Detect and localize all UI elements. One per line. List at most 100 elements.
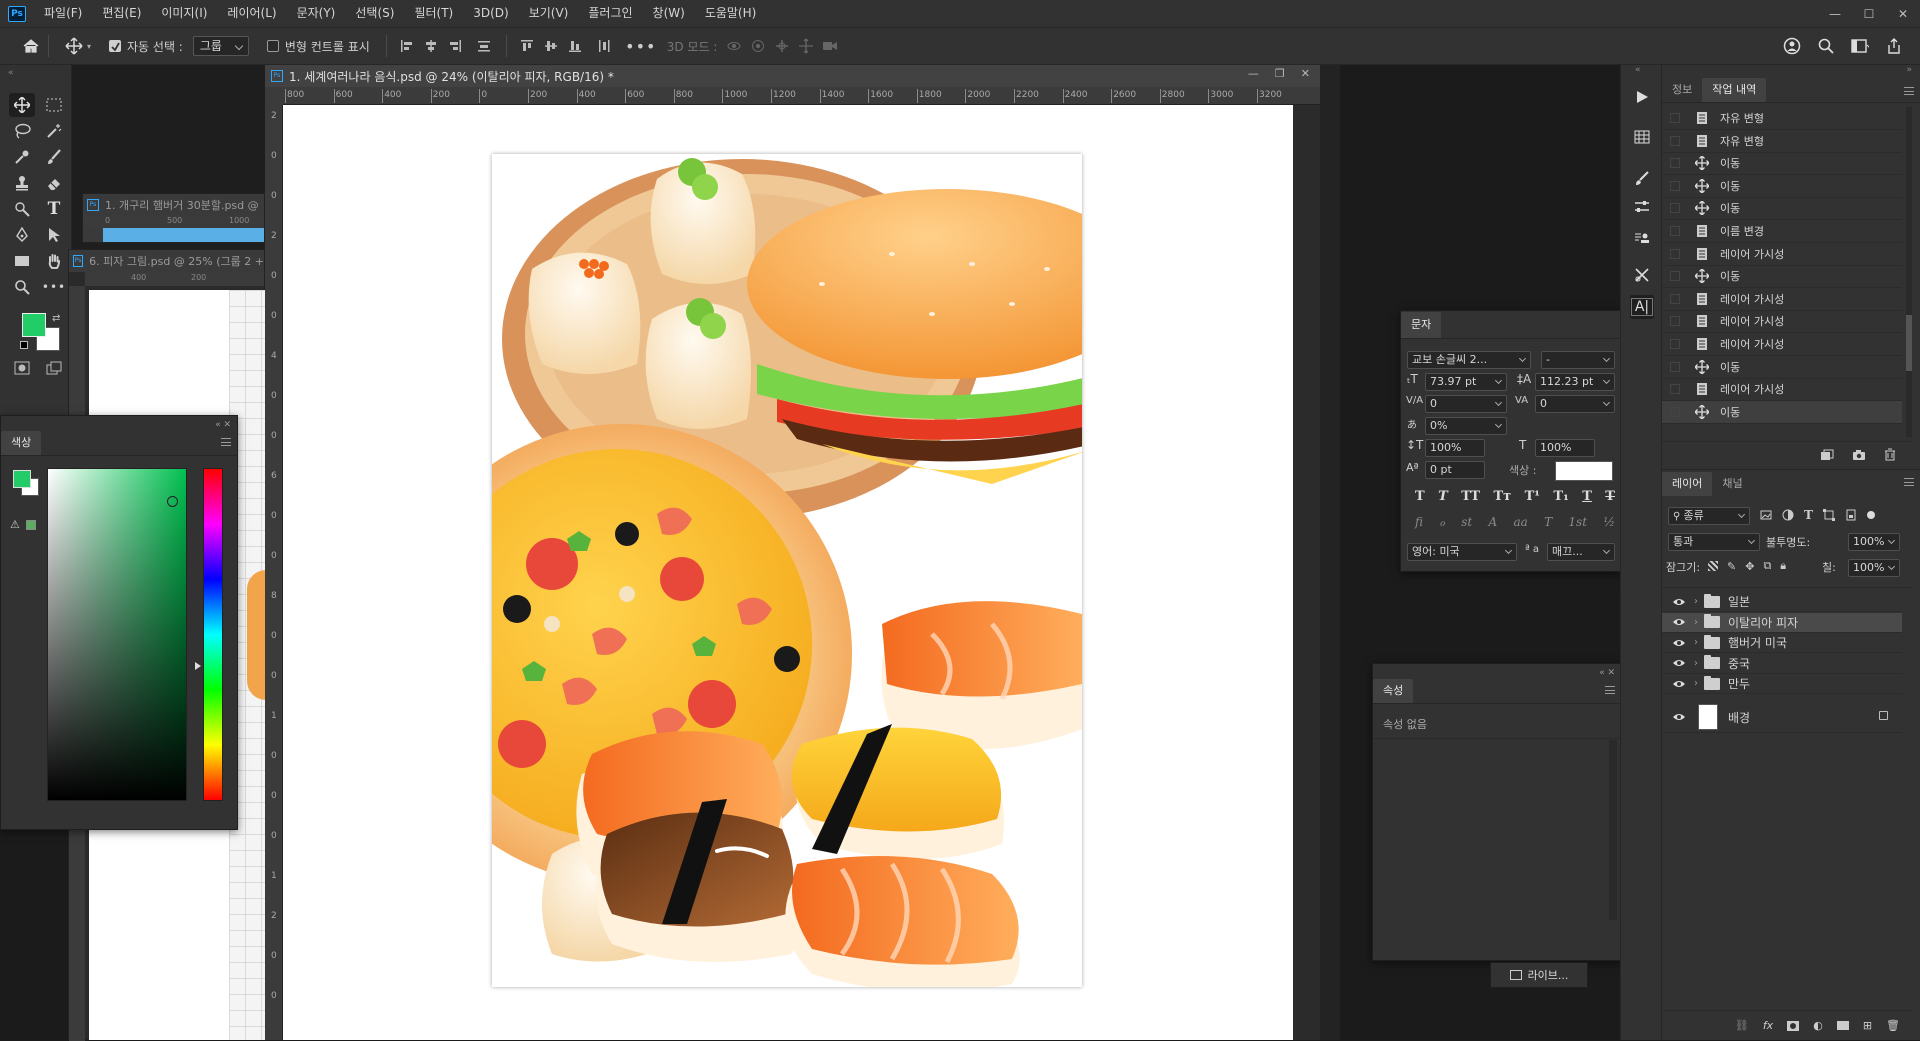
adjustments-button[interactable]	[1630, 195, 1654, 219]
smart-object-filter-icon[interactable]	[1845, 509, 1857, 521]
swap-colors-icon[interactable]: ⇄	[52, 313, 60, 324]
new-document-from-state-icon[interactable]	[1820, 449, 1834, 461]
history-state[interactable]: 레이어 가시성	[1662, 243, 1902, 266]
lock-pixels-icon[interactable]: ✎	[1727, 560, 1736, 573]
menu-filter[interactable]: 필터(T)	[404, 0, 463, 27]
distribute-horizontal-button[interactable]	[595, 37, 613, 55]
hand-tool[interactable]	[41, 249, 67, 273]
quick-mask-button[interactable]	[14, 361, 30, 375]
hue-slider[interactable]	[203, 468, 223, 801]
scrollbar[interactable]	[1609, 740, 1617, 920]
font-style-dropdown[interactable]: -	[1541, 351, 1615, 369]
expand-chevron-icon[interactable]: ›	[1694, 678, 1698, 689]
menu-window[interactable]: 창(W)	[643, 0, 695, 27]
3d-roll-button[interactable]	[749, 37, 767, 55]
history-brush-source[interactable]	[1670, 113, 1680, 123]
history-state[interactable]: 이동	[1662, 356, 1902, 379]
home-button[interactable]	[22, 38, 40, 54]
history-brush-source[interactable]	[1670, 293, 1680, 304]
layer-style-fx-icon[interactable]: fx	[1763, 1019, 1773, 1032]
camera-snapshot-icon[interactable]	[1852, 449, 1866, 461]
more-options-button[interactable]: •••	[625, 37, 655, 56]
stylistic-alt-button[interactable]: aa	[1513, 515, 1527, 529]
tab-properties[interactable]: 속성	[1373, 679, 1414, 703]
kerning-field[interactable]: 0	[1425, 395, 1507, 413]
layer-row[interactable]: › 일본	[1662, 592, 1902, 612]
font-family-dropdown[interactable]: 교보 손글씨 2...	[1407, 351, 1531, 369]
panel-menu-icon[interactable]	[221, 438, 231, 446]
eraser-tool[interactable]	[41, 171, 67, 195]
menu-layer[interactable]: 레이어(L)	[217, 0, 286, 27]
brush-settings-button[interactable]	[1630, 167, 1654, 191]
type-tool[interactable]: T	[41, 197, 67, 221]
titling-alt-button[interactable]: T	[1544, 515, 1552, 529]
visibility-eye-icon[interactable]	[1672, 679, 1686, 689]
panel-menu-icon[interactable]	[1904, 87, 1914, 95]
magic-wand-tool[interactable]	[41, 119, 67, 143]
history-brush-source[interactable]	[1670, 339, 1680, 349]
tracking-field[interactable]: 0	[1535, 395, 1615, 413]
stamp-tool[interactable]	[9, 171, 35, 195]
swatches-button[interactable]	[1630, 125, 1654, 149]
share-cloud-button[interactable]	[1783, 37, 1801, 55]
all-caps-button[interactable]: TT	[1461, 489, 1480, 504]
expand-chevron-icon[interactable]: ›	[1694, 637, 1698, 648]
small-caps-button[interactable]: Tт	[1493, 489, 1511, 504]
expand-chevron-icon[interactable]: ›	[1694, 596, 1698, 607]
edit-toolbar-button[interactable]: •••	[41, 275, 67, 299]
tab-info[interactable]: 정보	[1662, 78, 1702, 102]
underline-button[interactable]: T	[1582, 489, 1592, 504]
menu-help[interactable]: 도움말(H)	[695, 0, 767, 27]
fg-color-swatch[interactable]	[13, 470, 31, 488]
faux-bold-button[interactable]: T	[1415, 489, 1425, 504]
history-scroll-thumb[interactable]	[1906, 315, 1912, 371]
rectangle-tool[interactable]	[9, 249, 35, 273]
default-colors-icon[interactable]	[20, 341, 28, 349]
panel-menu-icon[interactable]	[1605, 686, 1615, 694]
subscript-button[interactable]: T₁	[1553, 489, 1568, 504]
maximize-button[interactable]: ☐	[1852, 0, 1886, 27]
zoom-tool[interactable]	[9, 275, 35, 299]
blend-mode-dropdown[interactable]: 통과	[1668, 533, 1760, 551]
align-right-button[interactable]	[446, 37, 464, 55]
history-brush-source[interactable]	[1670, 384, 1680, 395]
lock-position-icon[interactable]: ✥	[1745, 560, 1754, 573]
menu-edit[interactable]: 편집(E)	[92, 0, 151, 27]
filter-toggle-icon[interactable]	[1866, 511, 1875, 519]
panel-controls[interactable]: « ✕	[215, 420, 231, 430]
history-brush-source[interactable]	[1670, 158, 1680, 169]
align-top-button[interactable]	[518, 37, 536, 55]
discretionary-lig-button[interactable]: st	[1461, 515, 1472, 529]
language-dropdown[interactable]: 영어: 미국	[1407, 543, 1517, 561]
link-layers-icon[interactable]: ⛓	[1735, 1019, 1749, 1032]
layer-row[interactable]: 배경	[1662, 703, 1902, 733]
history-state[interactable]: 레이어 가시성	[1662, 333, 1902, 356]
menu-3d[interactable]: 3D(D)	[463, 0, 518, 27]
minimize-button[interactable]: —	[1818, 0, 1852, 27]
dodge-tool[interactable]	[9, 197, 35, 221]
3d-orbit-button[interactable]	[725, 37, 743, 55]
brush-tool[interactable]	[41, 145, 67, 169]
trash-icon[interactable]	[1884, 448, 1896, 461]
pen-tool[interactable]	[9, 223, 35, 247]
history-brush-source[interactable]	[1670, 203, 1680, 214]
menu-plugins[interactable]: 플러그인	[578, 0, 642, 27]
fractions-button[interactable]: ½	[1603, 515, 1615, 529]
ordinals-button[interactable]: 1st	[1568, 515, 1587, 529]
layer-row[interactable]: › 중국	[1662, 654, 1902, 674]
marquee-tool[interactable]	[41, 93, 67, 117]
history-state[interactable]: 자유 변형	[1662, 107, 1902, 130]
share-button[interactable]	[1885, 37, 1903, 55]
history-scrollbar[interactable]	[1906, 107, 1912, 437]
new-layer-icon[interactable]: ⊞	[1863, 1019, 1872, 1032]
layer-row[interactable]: › 만두	[1662, 674, 1902, 694]
history-state[interactable]: 이동	[1662, 197, 1902, 221]
path-select-tool[interactable]	[41, 223, 67, 247]
menu-select[interactable]: 선택(S)	[345, 0, 404, 27]
actions-button[interactable]	[1630, 85, 1654, 109]
history-state[interactable]: 이동	[1662, 400, 1902, 424]
menu-image[interactable]: 이미지(I)	[151, 0, 217, 27]
history-state[interactable]: 레이어 가시성	[1662, 310, 1902, 334]
tools-options-button[interactable]	[1630, 263, 1654, 287]
document-canvas[interactable]	[492, 154, 1082, 987]
